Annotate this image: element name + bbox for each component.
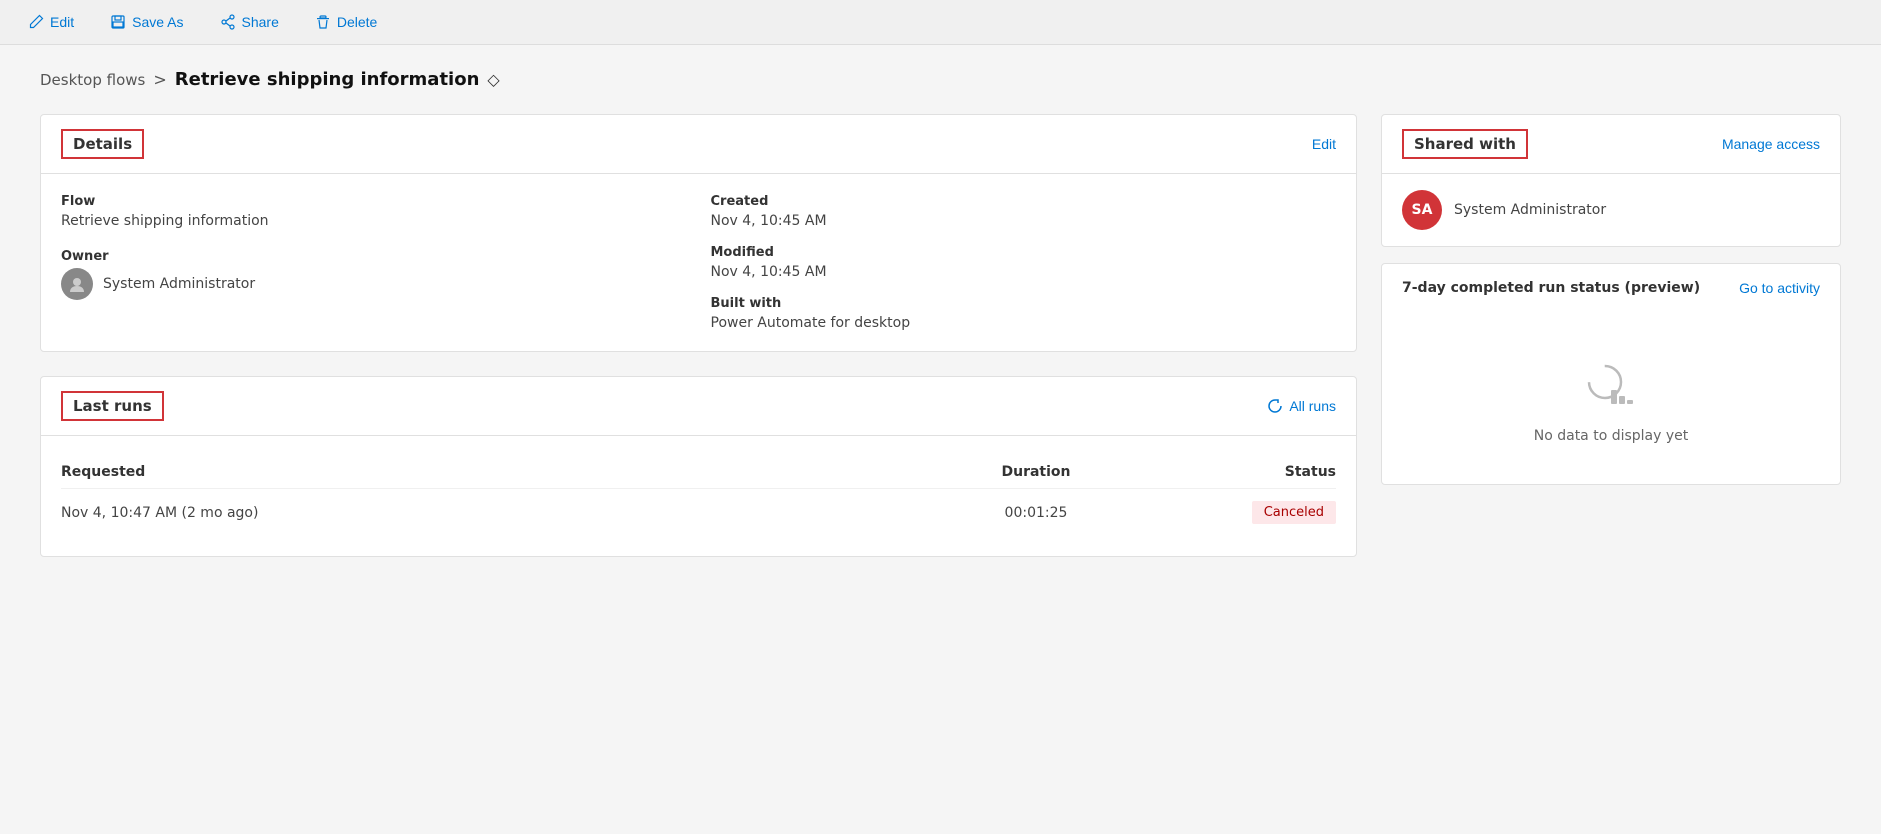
edit-icon [28,14,44,30]
row-status: Canceled [1136,489,1336,537]
shared-with-header: Shared with Manage access [1382,115,1840,173]
run-status-section: 7-day completed run status (preview) Go … [1381,263,1841,485]
delete-icon [315,14,331,30]
breadcrumb-current: Retrieve shipping information [175,69,480,90]
last-runs-thead: Requested Duration Status [61,456,1336,489]
flow-value: Retrieve shipping information [61,213,687,229]
details-edit-link[interactable]: Edit [1312,136,1336,152]
refresh-icon [1267,398,1283,414]
no-data-text: No data to display yet [1534,428,1689,444]
row-requested: Nov 4, 10:47 AM (2 mo ago) [61,489,936,537]
right-column: Shared with Manage access SA System Admi… [1381,114,1841,485]
owner-group: Owner System Administrator [61,249,687,300]
user-row: SA System Administrator [1402,190,1820,230]
last-runs-card: Last runs All runs Requested [40,376,1357,557]
owner-avatar [61,268,93,300]
owner-value: System Administrator [103,276,255,292]
chart-placeholder-icon [1583,360,1639,416]
modified-label: Modified [711,245,1337,260]
owner-label: Owner [61,249,687,264]
created-value: Nov 4, 10:45 AM [711,213,1337,229]
built-with-label: Built with [711,296,1337,311]
details-right: Created Nov 4, 10:45 AM Modified Nov 4, … [711,194,1337,331]
run-status-title: 7-day completed run status (preview) [1402,280,1700,296]
details-card: Details Edit Flow Retrieve shipping info… [40,114,1357,352]
last-runs-tbody: Nov 4, 10:47 AM (2 mo ago) 00:01:25 Canc… [61,489,1336,537]
row-duration: 00:01:25 [936,489,1136,537]
last-runs-title: Last runs [61,391,164,421]
created-group: Created Nov 4, 10:45 AM [711,194,1337,229]
last-runs-table: Requested Duration Status Nov 4, 10:47 A… [61,456,1336,536]
modified-group: Modified Nov 4, 10:45 AM [711,245,1337,280]
col-requested: Requested [61,456,936,489]
shared-with-card: Shared with Manage access SA System Admi… [1381,114,1841,247]
run-status-header: 7-day completed run status (preview) Go … [1402,280,1820,296]
details-card-header: Details Edit [41,115,1356,174]
edit-button[interactable]: Edit [20,10,82,34]
shared-with-body: SA System Administrator [1382,173,1840,246]
modified-value: Nov 4, 10:45 AM [711,264,1337,280]
last-runs-header: Last runs All runs [41,377,1356,436]
all-runs-link[interactable]: All runs [1267,398,1336,414]
left-column: Details Edit Flow Retrieve shipping info… [40,114,1357,557]
details-left: Flow Retrieve shipping information Owner [61,194,687,331]
delete-button[interactable]: Delete [307,10,385,34]
save-as-button[interactable]: Save As [102,10,191,34]
details-card-body: Flow Retrieve shipping information Owner [41,174,1356,351]
col-duration: Duration [936,456,1136,489]
user-name: System Administrator [1454,202,1606,218]
manage-access-link[interactable]: Manage access [1722,136,1820,152]
flow-label: Flow [61,194,687,209]
main-layout: Details Edit Flow Retrieve shipping info… [40,114,1841,557]
built-with-value: Power Automate for desktop [711,315,1337,331]
last-runs-body: Requested Duration Status Nov 4, 10:47 A… [41,436,1356,556]
toolbar: Edit Save As Share Delete [0,0,1881,45]
save-as-icon [110,14,126,30]
share-icon [220,14,236,30]
details-title: Details [61,129,144,159]
created-label: Created [711,194,1337,209]
breadcrumb-separator: > [153,70,166,89]
col-status: Status [1136,456,1336,489]
owner-row: System Administrator [61,268,687,300]
last-runs-header-row: Requested Duration Status [61,456,1336,489]
go-to-activity-link[interactable]: Go to activity [1739,280,1820,296]
shared-with-title: Shared with [1402,129,1528,159]
breadcrumb-parent[interactable]: Desktop flows [40,71,145,89]
status-badge: Canceled [1252,501,1336,524]
share-button[interactable]: Share [212,10,287,34]
flow-group: Flow Retrieve shipping information [61,194,687,229]
diamond-icon: ◇ [487,70,499,89]
avatar: SA [1402,190,1442,230]
table-row: Nov 4, 10:47 AM (2 mo ago) 00:01:25 Canc… [61,489,1336,537]
built-with-group: Built with Power Automate for desktop [711,296,1337,331]
no-data-area: No data to display yet [1402,336,1820,468]
breadcrumb: Desktop flows > Retrieve shipping inform… [40,69,1841,90]
page-content: Desktop flows > Retrieve shipping inform… [0,45,1881,581]
details-grid: Flow Retrieve shipping information Owner [61,194,1336,331]
